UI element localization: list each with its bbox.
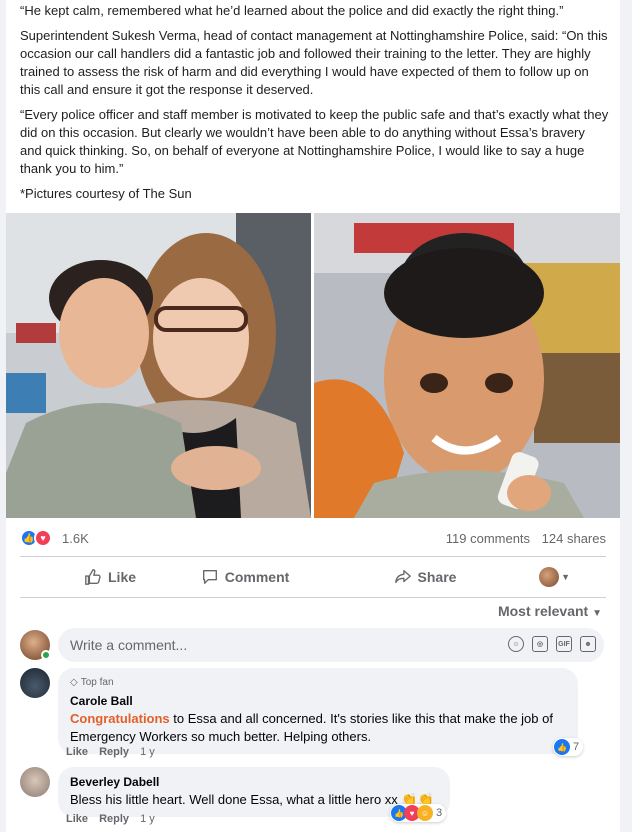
comment-bubble: ◇ Top fan Carole Ball Congratulations to…	[58, 668, 578, 754]
like-label: Like	[108, 569, 137, 585]
badge-label: Top fan	[80, 677, 114, 688]
share-label: Share	[417, 569, 457, 585]
comment-meta: Like Reply 1 y	[66, 746, 155, 758]
online-status-icon	[41, 650, 51, 660]
post-paragraph: “Every police officer and staff member i…	[20, 107, 609, 176]
post-paragraph: Superintendent Sukesh Verma, head of con…	[20, 28, 608, 97]
caret-down-icon: ▼	[561, 572, 570, 582]
post-paragraph: “He kept calm, remembered what he’d lear…	[20, 3, 564, 18]
photo-grid	[6, 213, 620, 518]
avatar	[539, 567, 560, 587]
care-reaction-icon: ☺	[417, 805, 433, 821]
comment-reply-button[interactable]: Reply	[99, 746, 129, 758]
thumbs-up-icon	[85, 569, 101, 585]
reaction-icons: 👍 ♥	[20, 529, 52, 547]
photo-boy-with-toy-car[interactable]	[314, 213, 620, 518]
comment-like-button[interactable]: Like	[66, 746, 88, 758]
like-button[interactable]: Like	[40, 561, 150, 593]
comment-time[interactable]: 1 y	[140, 746, 155, 758]
comment-like-button[interactable]: Like	[66, 813, 88, 825]
camera-icon[interactable]: ◎	[532, 636, 548, 652]
post-as-selector[interactable]: ▼	[510, 561, 570, 593]
like-reaction-icon: 👍	[554, 739, 570, 755]
diamond-icon: ◇	[70, 677, 78, 688]
top-fan-badge: ◇ Top fan	[70, 674, 566, 692]
composer-tools: ☺ ◎ GIF ☻	[508, 636, 596, 652]
comment-sort-dropdown[interactable]: Most relevant ▼	[498, 603, 602, 619]
comment-text: Congratulations to Essa and all concerne…	[70, 710, 566, 746]
highlighted-word: Congratulations	[70, 711, 170, 726]
caret-down-icon: ▼	[592, 608, 602, 619]
post-card: “He kept calm, remembered what he’d lear…	[6, 0, 620, 832]
photo-mother-and-boy[interactable]	[6, 213, 311, 518]
divider	[20, 556, 606, 557]
comment-label: Comment	[224, 569, 290, 585]
engagement-counts: 119 comments 124 shares	[438, 531, 606, 546]
sort-label: Most relevant	[497, 603, 589, 619]
comment-button[interactable]: Comment	[150, 561, 340, 593]
emoji-icon[interactable]: ☺	[508, 636, 524, 652]
reaction-count[interactable]: 1.6K	[62, 531, 89, 546]
comment-reaction-count: 7	[573, 741, 580, 753]
comment-reply-button[interactable]: Reply	[99, 813, 129, 825]
love-reaction-icon: ♥	[34, 529, 52, 547]
sticker-icon[interactable]: ☻	[580, 636, 596, 652]
commenter-name[interactable]: Beverley Dabell	[70, 773, 438, 791]
shares-count[interactable]: 124 shares	[542, 531, 606, 546]
gif-icon[interactable]: GIF	[556, 636, 572, 652]
comment-body: Bless his little heart. Well done Essa, …	[70, 792, 434, 807]
comment-reaction-count: 3	[436, 807, 443, 819]
comment-icon	[202, 570, 217, 584]
reactions-summary[interactable]: 👍 ♥ 1.6K 119 comments 124 shares	[20, 527, 606, 549]
comment-composer: ☺ ◎ GIF ☻	[20, 628, 610, 662]
commenter-avatar[interactable]	[20, 767, 50, 797]
post-actions: Like Comment Share ▼	[20, 561, 606, 593]
comment-reactions[interactable]: 👍 7	[553, 738, 584, 756]
comment-meta: Like Reply 1 y	[66, 813, 155, 825]
comments-count[interactable]: 119 comments	[446, 531, 530, 546]
post-paragraph: *Pictures courtesy of The Sun	[20, 186, 192, 201]
post-body: “He kept calm, remembered what he’d lear…	[20, 2, 610, 210]
comment-time[interactable]: 1 y	[140, 813, 155, 825]
commenter-name[interactable]: Carole Ball	[70, 692, 566, 710]
share-button[interactable]: Share	[340, 561, 510, 593]
share-icon	[394, 570, 411, 584]
comment-reactions[interactable]: 👍 ♥ ☺ 3	[390, 804, 447, 822]
commenter-avatar[interactable]	[20, 668, 50, 698]
divider	[20, 597, 606, 598]
